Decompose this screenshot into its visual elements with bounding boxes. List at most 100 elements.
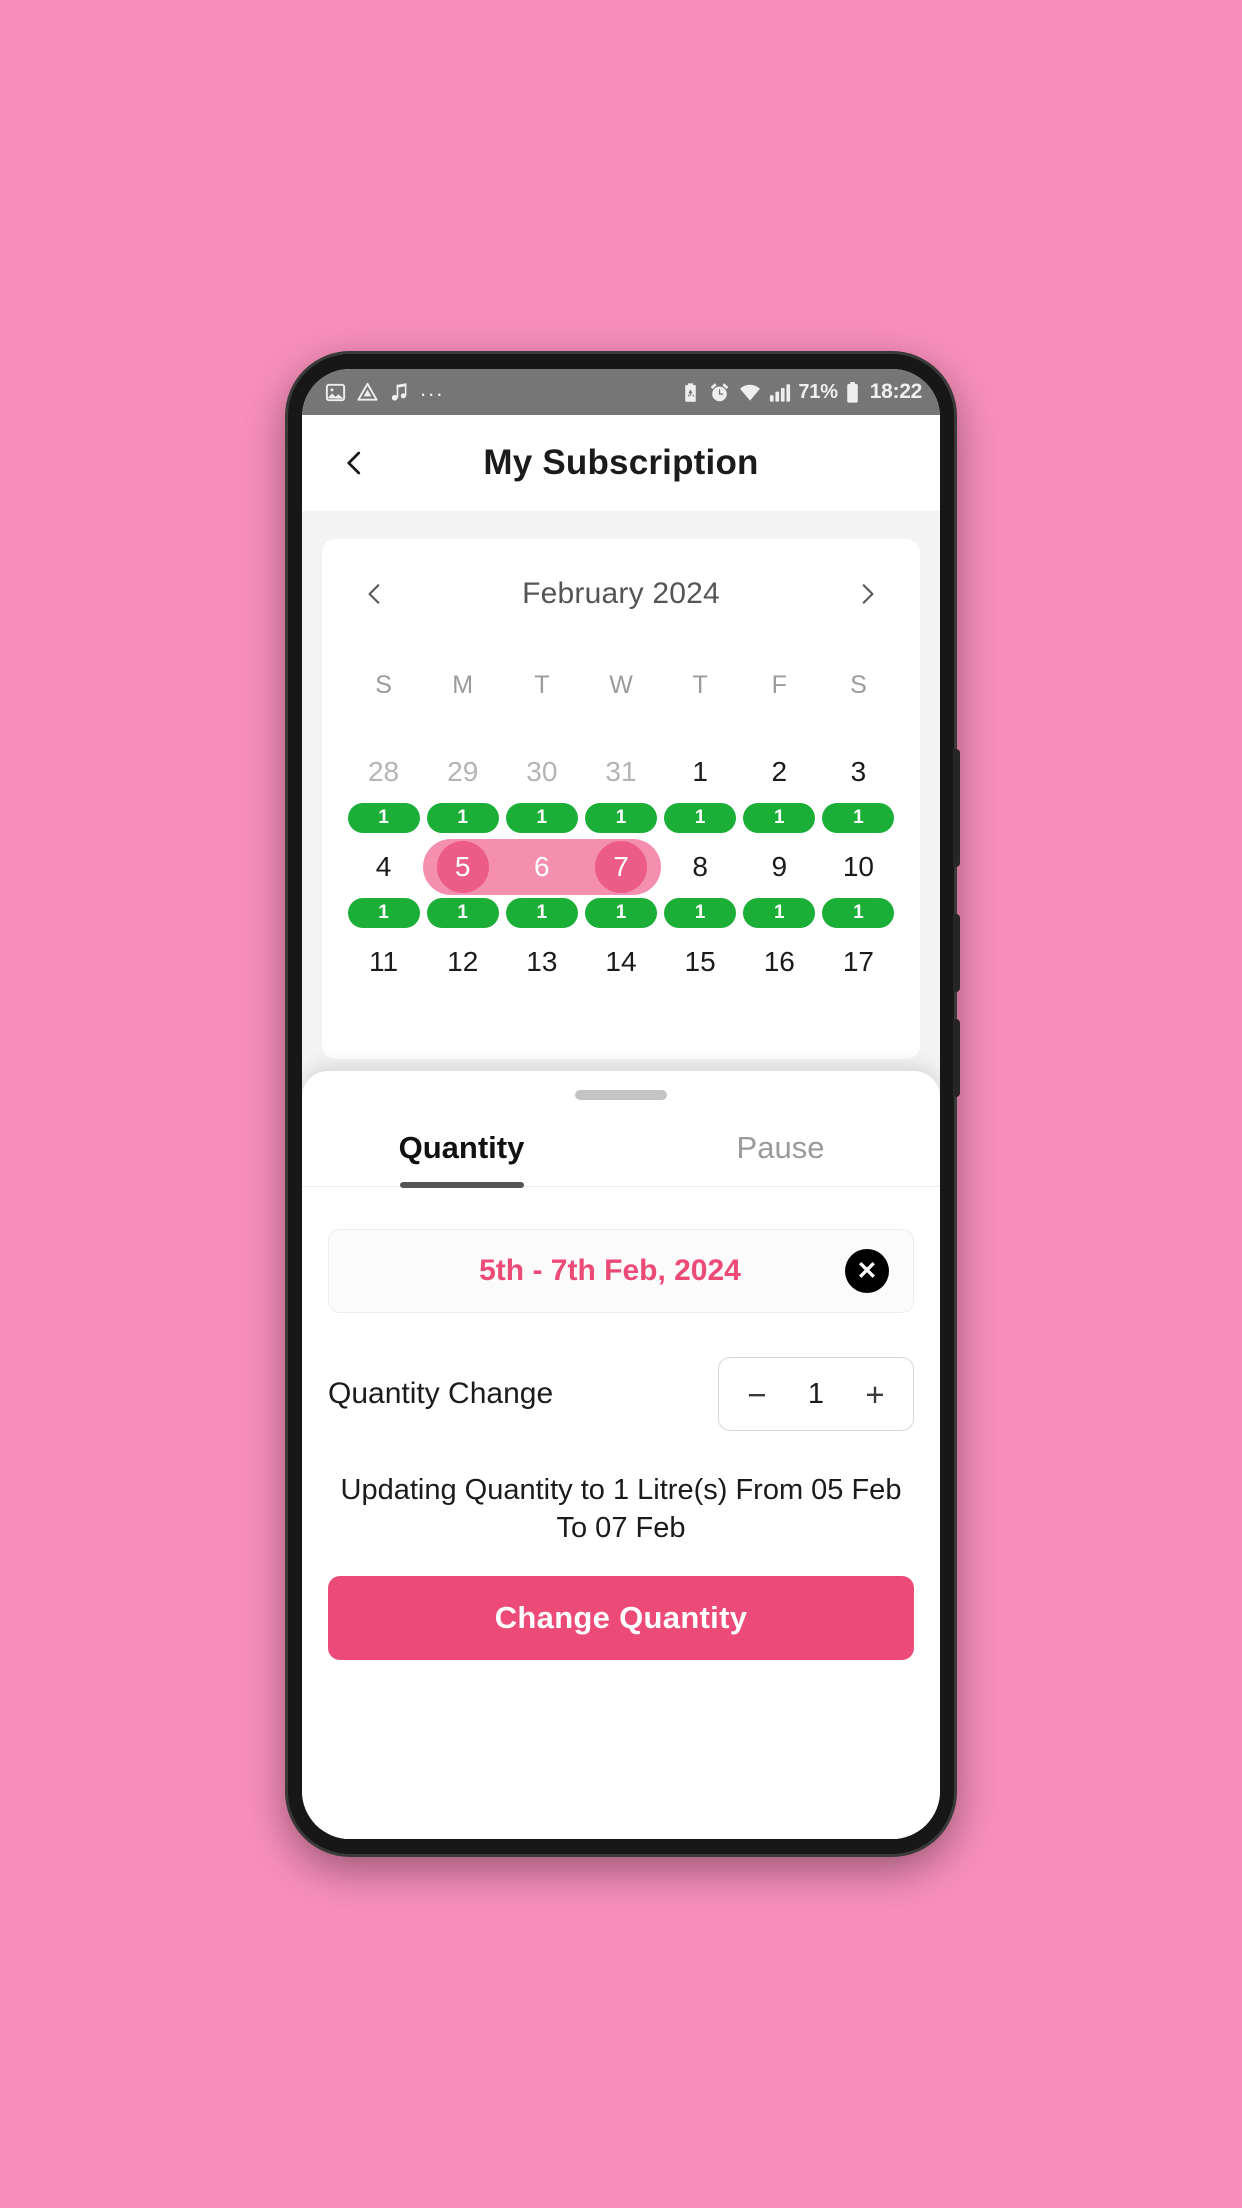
calendar-day-quantity-badge: 1	[584, 898, 657, 928]
calendar-day-number: 30	[526, 756, 558, 787]
calendar-day-cell[interactable]: 15	[661, 934, 740, 988]
wifi-icon	[740, 384, 761, 401]
calendar-day-cell[interactable]: 11	[661, 744, 740, 833]
sheet-drag-handle[interactable]	[575, 1090, 667, 1100]
calendar-day-number: 8	[692, 851, 708, 882]
calendar-prev-month-button[interactable]	[352, 571, 398, 617]
calendar-day-cell[interactable]: 71	[581, 839, 660, 928]
calendar-day-number: 12	[447, 946, 479, 977]
battery-percent-label: 71%	[798, 380, 838, 403]
main-content: February 2024 SMTWTFS 28 1 29 1 30 1 31 1 1 1 2 1 3 1…	[302, 511, 940, 1839]
calendar-day-quantity-badge: 1	[584, 803, 657, 833]
calendar-day-quantity-badge: 1	[664, 898, 737, 928]
calendar-day-quantity-badge: 1	[505, 898, 578, 928]
volume-up-button[interactable]	[953, 749, 960, 867]
calendar-day-number: 14	[605, 946, 637, 977]
calendar-next-month-button[interactable]	[844, 571, 890, 617]
status-overflow-dots: ...	[420, 375, 445, 401]
quantity-increment-button[interactable]: +	[857, 1378, 893, 1411]
status-bar-notifications: ...	[324, 375, 680, 407]
drive-triangle-icon	[357, 382, 378, 401]
calendar-weekday-2: T	[534, 671, 550, 699]
calendar-weekday-0: S	[375, 671, 392, 699]
calendar-week-row: 28 1 29 1 30 1 31 1 1 1 2 1 3 1	[344, 744, 898, 833]
calendar-day-number: 7	[594, 841, 647, 893]
phone-screen: ... 71% 18:22 My Subscription February 2…	[302, 369, 940, 1839]
calendar-day-number: 1	[692, 756, 708, 787]
calendar-day-cell[interactable]: 51	[423, 839, 502, 928]
calendar-day-cell[interactable]: 31 1	[581, 744, 660, 833]
calendar-day-quantity-badge: 1	[426, 803, 499, 833]
battery-icon	[847, 381, 858, 403]
calendar-weekday-6: S	[850, 671, 867, 699]
calendar-month-label: February 2024	[522, 577, 720, 610]
calendar-day-number: 15	[684, 946, 716, 977]
calendar-week-row: 4 1 5 1 6 1 7 1 8 1 9 1 10 1	[344, 839, 898, 928]
selected-range-field[interactable]: 5th - 7th Feb, 2024 ✕	[328, 1229, 914, 1313]
calendar-weekday-header: SMTWTFS	[326, 623, 916, 700]
calendar-day-cell[interactable]: 91	[740, 839, 819, 928]
calendar-day-number: 31	[605, 756, 637, 787]
calendar-day-number: 9	[771, 851, 788, 882]
calendar-day-quantity-badge: 1	[426, 898, 499, 928]
calendar-weekday-5: F	[771, 671, 787, 699]
quantity-change-row: Quantity Change − 1 +	[328, 1357, 914, 1431]
quantity-stepper[interactable]: − 1 +	[718, 1357, 914, 1431]
calendar-day-cell[interactable]: 12	[423, 934, 502, 988]
calendar-day-cell[interactable]: 30 1	[502, 744, 581, 833]
quantity-decrement-button[interactable]: −	[739, 1378, 775, 1411]
clock-label: 18:22	[869, 380, 923, 403]
chevron-left-icon	[368, 584, 380, 604]
status-bar-system: 71% 18:22	[680, 380, 922, 404]
calendar-day-number: 11	[369, 946, 399, 977]
quantity-value: 1	[807, 1377, 825, 1410]
calendar-card: February 2024 SMTWTFS 28 1 29 1 30 1 31 1 1 1 2 1 3 1…	[322, 539, 920, 1059]
calendar-day-number: 6	[534, 851, 550, 882]
calendar-day-number: 3	[850, 756, 867, 787]
calendar-fade-overlay	[322, 1029, 920, 1059]
calendar-week-row: 11 12 13 14 15 16 17	[344, 934, 898, 988]
calendar-day-number: 13	[526, 946, 558, 977]
calendar-day-cell[interactable]: 17	[819, 934, 898, 988]
calendar-day-cell[interactable]: 28 1	[344, 744, 423, 833]
calendar-day-quantity-badge: 1	[505, 803, 578, 833]
calendar-day-number: 17	[842, 946, 874, 977]
calendar-day-cell[interactable]: 14	[581, 934, 660, 988]
calendar-day-cell[interactable]: 11	[344, 934, 423, 988]
change-quantity-button[interactable]: Change Quantity	[328, 1575, 914, 1660]
quantity-info-text: Updating Quantity to 1 Litre(s) From 05 …	[340, 1474, 902, 1545]
calendar-header: February 2024	[326, 555, 916, 623]
calendar-day-cell[interactable]: 10 1	[819, 839, 898, 928]
app-header: My Subscription	[302, 415, 940, 511]
signal-bars-icon	[770, 383, 791, 402]
calendar-day-cell[interactable]: 13	[502, 934, 581, 988]
tab-quantity[interactable]: Quantity	[302, 1114, 621, 1186]
calendar-day-cell[interactable]: 31	[819, 744, 898, 833]
calendar-day-cell[interactable]: 21	[740, 744, 819, 833]
calendar-day-quantity-badge: 1	[743, 898, 816, 928]
calendar-day-cell[interactable]: 81	[661, 839, 740, 928]
calendar-day-number: 29	[447, 756, 479, 787]
power-button[interactable]	[953, 1019, 960, 1097]
selected-range-label: 5th - 7th Feb, 2024	[479, 1254, 741, 1287]
music-note-icon	[391, 382, 407, 401]
calendar-day-cell[interactable]: 41	[344, 839, 423, 928]
calendar-day-number: 28	[367, 756, 400, 787]
calendar-weekday-3: W	[609, 671, 633, 699]
close-circle-icon[interactable]: ✕	[845, 1249, 889, 1293]
calendar-day-quantity-badge: 1	[347, 898, 420, 928]
volume-down-button[interactable]	[953, 914, 960, 992]
back-button[interactable]	[328, 436, 382, 490]
calendar-day-cell[interactable]: 16	[740, 934, 819, 988]
calendar-day-quantity-badge: 1	[664, 803, 737, 833]
calendar-day-quantity-badge: 1	[743, 803, 816, 833]
tab-pause[interactable]: Pause	[621, 1114, 940, 1186]
battery-saver-icon	[685, 382, 697, 402]
calendar-grid: 28 1 29 1 30 1 31 1 1 1 2 1 3 1 4 1 5 1 6 1 7 1 8 1 9 1 10 1 11 12 13 1…	[326, 700, 916, 988]
phone-device-frame: ... 71% 18:22 My Subscription February 2…	[288, 354, 960, 1854]
calendar-day-cell[interactable]: 29 1	[423, 744, 502, 833]
calendar-day-quantity-badge: 1	[347, 803, 420, 833]
calendar-day-number: 5	[436, 841, 489, 893]
sheet-tabs: Quantity Pause	[302, 1114, 940, 1187]
calendar-day-cell[interactable]: 61	[502, 839, 581, 928]
